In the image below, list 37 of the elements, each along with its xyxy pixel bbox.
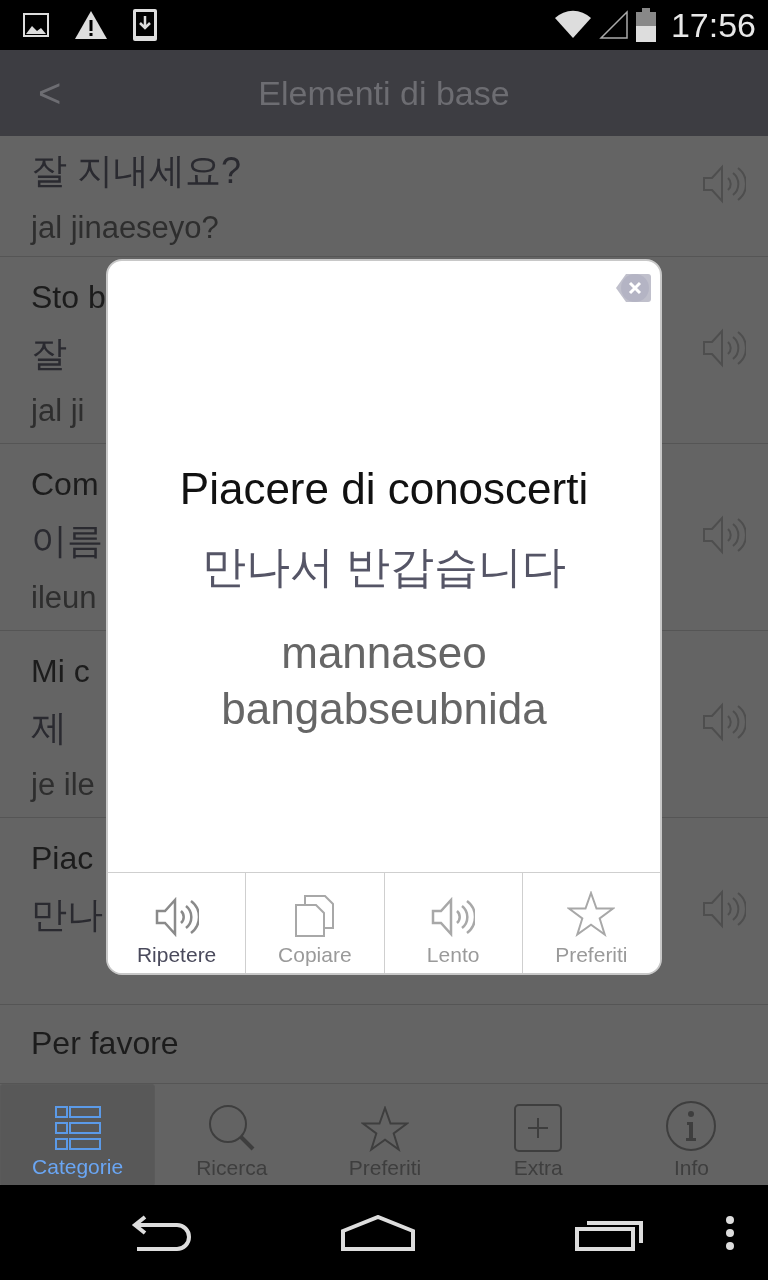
search-icon [207,1104,256,1152]
phrase-text: Per favore [31,1024,179,1063]
menu-button[interactable] [725,1214,735,1251]
speaker-icon [154,897,199,937]
info-icon [665,1100,718,1152]
phrase-text: Sto b [31,278,106,317]
korean-text: 만나서 반갑습니다 [201,541,567,593]
image-icon [22,11,50,39]
warning-icon [74,10,108,40]
romanization-text: mannaseo bangabseubnida [220,627,548,735]
tab[interactable]: Categorie [0,1084,156,1186]
phrase-text: Com [31,465,99,504]
speaker-icon [431,897,476,937]
plus-icon [514,1104,563,1152]
korean-text: 만나 [31,893,103,937]
star-icon [567,891,616,937]
korean-text: 이름 [31,519,103,563]
phrase-text: Piac [31,839,94,878]
phrase-title: Piacere di conoscerti [179,463,589,515]
korean-text: 잘 [31,332,67,376]
star-icon [361,1106,409,1152]
back-button[interactable]: < [38,70,78,116]
phrase-row[interactable]: Per favore [0,1005,768,1083]
home-button[interactable] [341,1214,415,1251]
wifi-icon [552,10,593,40]
copy-icon [294,895,335,937]
home-icon [341,1214,415,1251]
download-icon [132,8,158,42]
battery-icon [634,8,657,42]
more-icon [725,1214,735,1251]
list-icon [54,1105,101,1151]
phrase-text: Mi c [31,652,90,691]
clock: 17:56 [670,5,756,45]
korean-text: 잘 지내세요? [31,149,242,193]
close-icon [614,271,652,305]
korean-text: 제 [31,706,67,750]
signal-icon [598,10,629,40]
